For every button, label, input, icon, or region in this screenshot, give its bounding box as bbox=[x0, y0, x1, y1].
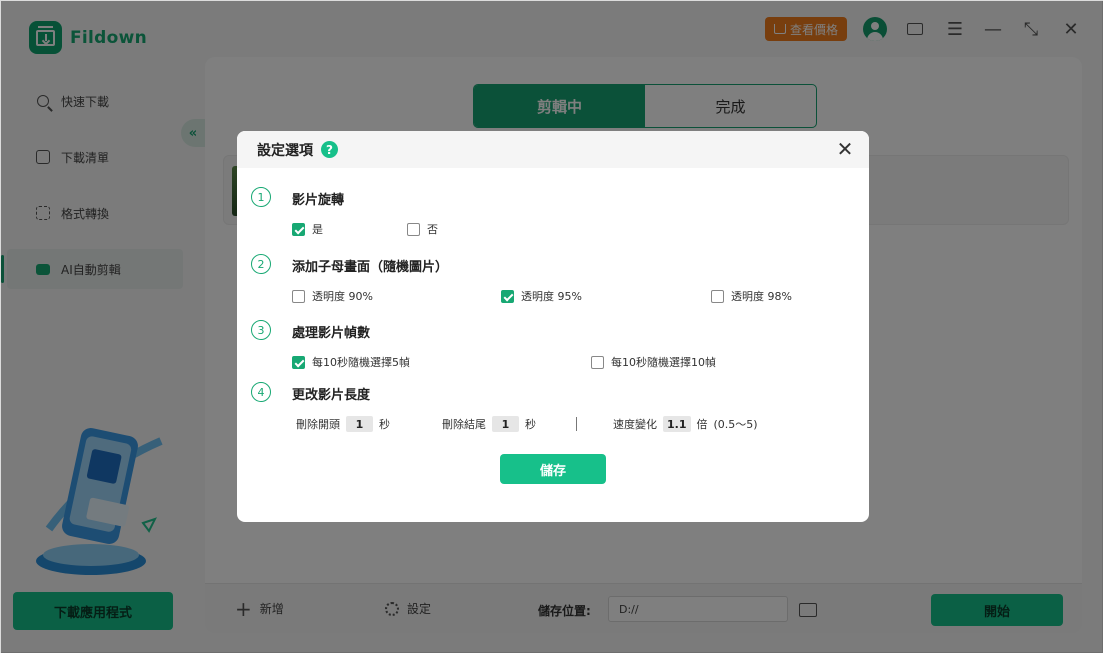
checkbox-unchecked-icon bbox=[407, 222, 420, 236]
checkbox-checked-icon bbox=[292, 355, 305, 369]
option-label: 每10秒隨機選擇10幀 bbox=[611, 356, 716, 369]
option-label: 每10秒隨機選擇5幀 bbox=[312, 356, 410, 369]
trim-start-input[interactable]: 1 bbox=[346, 416, 373, 432]
settings-dialog: 設定選項 ? ✕ 1 影片旋轉 是 否 2 添加子母畫面（隨機圖片） 透明度 9… bbox=[237, 131, 869, 522]
trim-end-input[interactable]: 1 bbox=[492, 416, 519, 432]
close-icon[interactable]: ✕ bbox=[835, 139, 855, 159]
section-title-length: 更改影片長度 bbox=[292, 388, 371, 403]
option-label: 否 bbox=[427, 223, 438, 236]
checkbox-checked-icon bbox=[501, 289, 514, 303]
trim-start-label: 刪除開頭 bbox=[296, 418, 340, 431]
trim-start-row: 刪除開頭 1 秒 bbox=[296, 416, 390, 432]
opacity-90-checkbox[interactable]: 透明度 90% bbox=[292, 288, 373, 304]
checkbox-checked-icon bbox=[292, 222, 305, 236]
trim-end-row: 刪除結尾 1 秒 bbox=[442, 416, 536, 432]
speed-label: 速度變化 bbox=[613, 418, 657, 431]
option-label: 透明度 90% bbox=[312, 290, 373, 303]
checkbox-unchecked-icon bbox=[711, 289, 724, 303]
help-icon[interactable]: ? bbox=[321, 141, 338, 158]
trim-end-label: 刪除結尾 bbox=[442, 418, 486, 431]
app-window: Fildown 查看價格 ☰ — ⤡ ✕ 快速下載 下載清單 格式轉換 AI自動… bbox=[0, 0, 1103, 653]
section-title-rotation: 影片旋轉 bbox=[292, 193, 345, 208]
speed-range: (0.5〜5) bbox=[713, 418, 758, 431]
rotation-yes-checkbox[interactable]: 是 bbox=[292, 221, 323, 237]
option-label: 是 bbox=[312, 223, 323, 236]
speed-unit: 倍 bbox=[696, 418, 708, 431]
frames-5-checkbox[interactable]: 每10秒隨機選擇5幀 bbox=[292, 354, 410, 370]
rotation-no-checkbox[interactable]: 否 bbox=[407, 221, 438, 237]
section-title-pip: 添加子母畫面（隨機圖片） bbox=[292, 260, 449, 275]
checkbox-unchecked-icon bbox=[292, 289, 305, 303]
seconds-unit: 秒 bbox=[525, 418, 536, 431]
seconds-unit: 秒 bbox=[379, 418, 390, 431]
opacity-98-checkbox[interactable]: 透明度 98% bbox=[711, 288, 792, 304]
option-label: 透明度 95% bbox=[521, 290, 582, 303]
save-button[interactable]: 儲存 bbox=[500, 454, 606, 484]
step-number: 1 bbox=[251, 187, 271, 207]
dialog-title: 設定選項 bbox=[257, 142, 313, 159]
step-number: 3 bbox=[251, 320, 271, 340]
opacity-95-checkbox[interactable]: 透明度 95% bbox=[501, 288, 582, 304]
frames-10-checkbox[interactable]: 每10秒隨機選擇10幀 bbox=[591, 354, 716, 370]
speed-row: 速度變化 1.1 倍 (0.5〜5) bbox=[613, 416, 758, 432]
step-number: 2 bbox=[251, 254, 271, 274]
speed-input[interactable]: 1.1 bbox=[663, 416, 691, 432]
section-title-frames: 處理影片幀數 bbox=[292, 326, 371, 341]
option-label: 透明度 98% bbox=[731, 290, 792, 303]
dialog-header: 設定選項 ? ✕ bbox=[237, 131, 869, 168]
divider bbox=[576, 417, 577, 431]
checkbox-unchecked-icon bbox=[591, 355, 604, 369]
step-number: 4 bbox=[251, 382, 271, 402]
